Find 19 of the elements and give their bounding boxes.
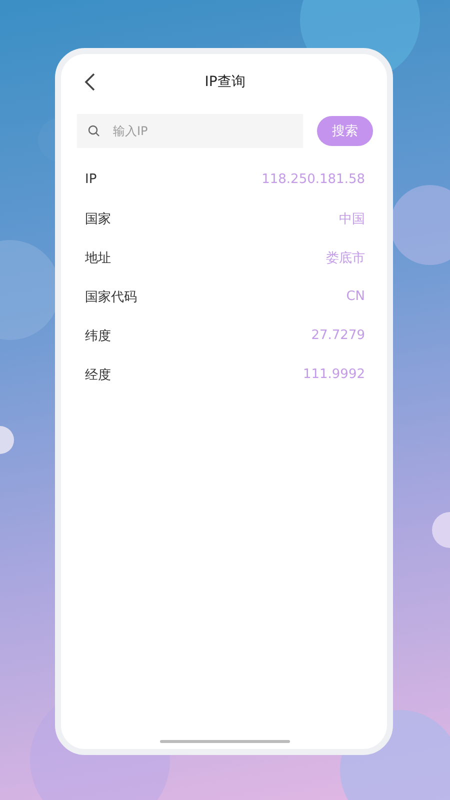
row-label: IP: [85, 172, 97, 187]
background-blob: [0, 426, 14, 454]
row-value: 118.250.181.58: [262, 172, 365, 187]
page-title: IP查询: [204, 73, 246, 91]
row-label: 地址: [85, 250, 111, 266]
row-value: 27.7279: [311, 328, 365, 343]
row-value: 111.9992: [302, 367, 365, 382]
background-blob: [432, 512, 450, 548]
search-button[interactable]: 搜索: [317, 116, 373, 146]
back-icon: [84, 72, 96, 92]
search-field[interactable]: 输入IP: [77, 114, 303, 148]
row-label: 国家代码: [85, 288, 137, 306]
row-value: 中国: [339, 210, 365, 228]
row-label: 国家: [85, 210, 111, 228]
row-label: 纬度: [85, 328, 111, 344]
row-label: 经度: [85, 366, 111, 384]
search-icon: [88, 125, 100, 137]
row-value: CN: [346, 289, 365, 304]
row-value: 娄底市: [326, 250, 365, 266]
